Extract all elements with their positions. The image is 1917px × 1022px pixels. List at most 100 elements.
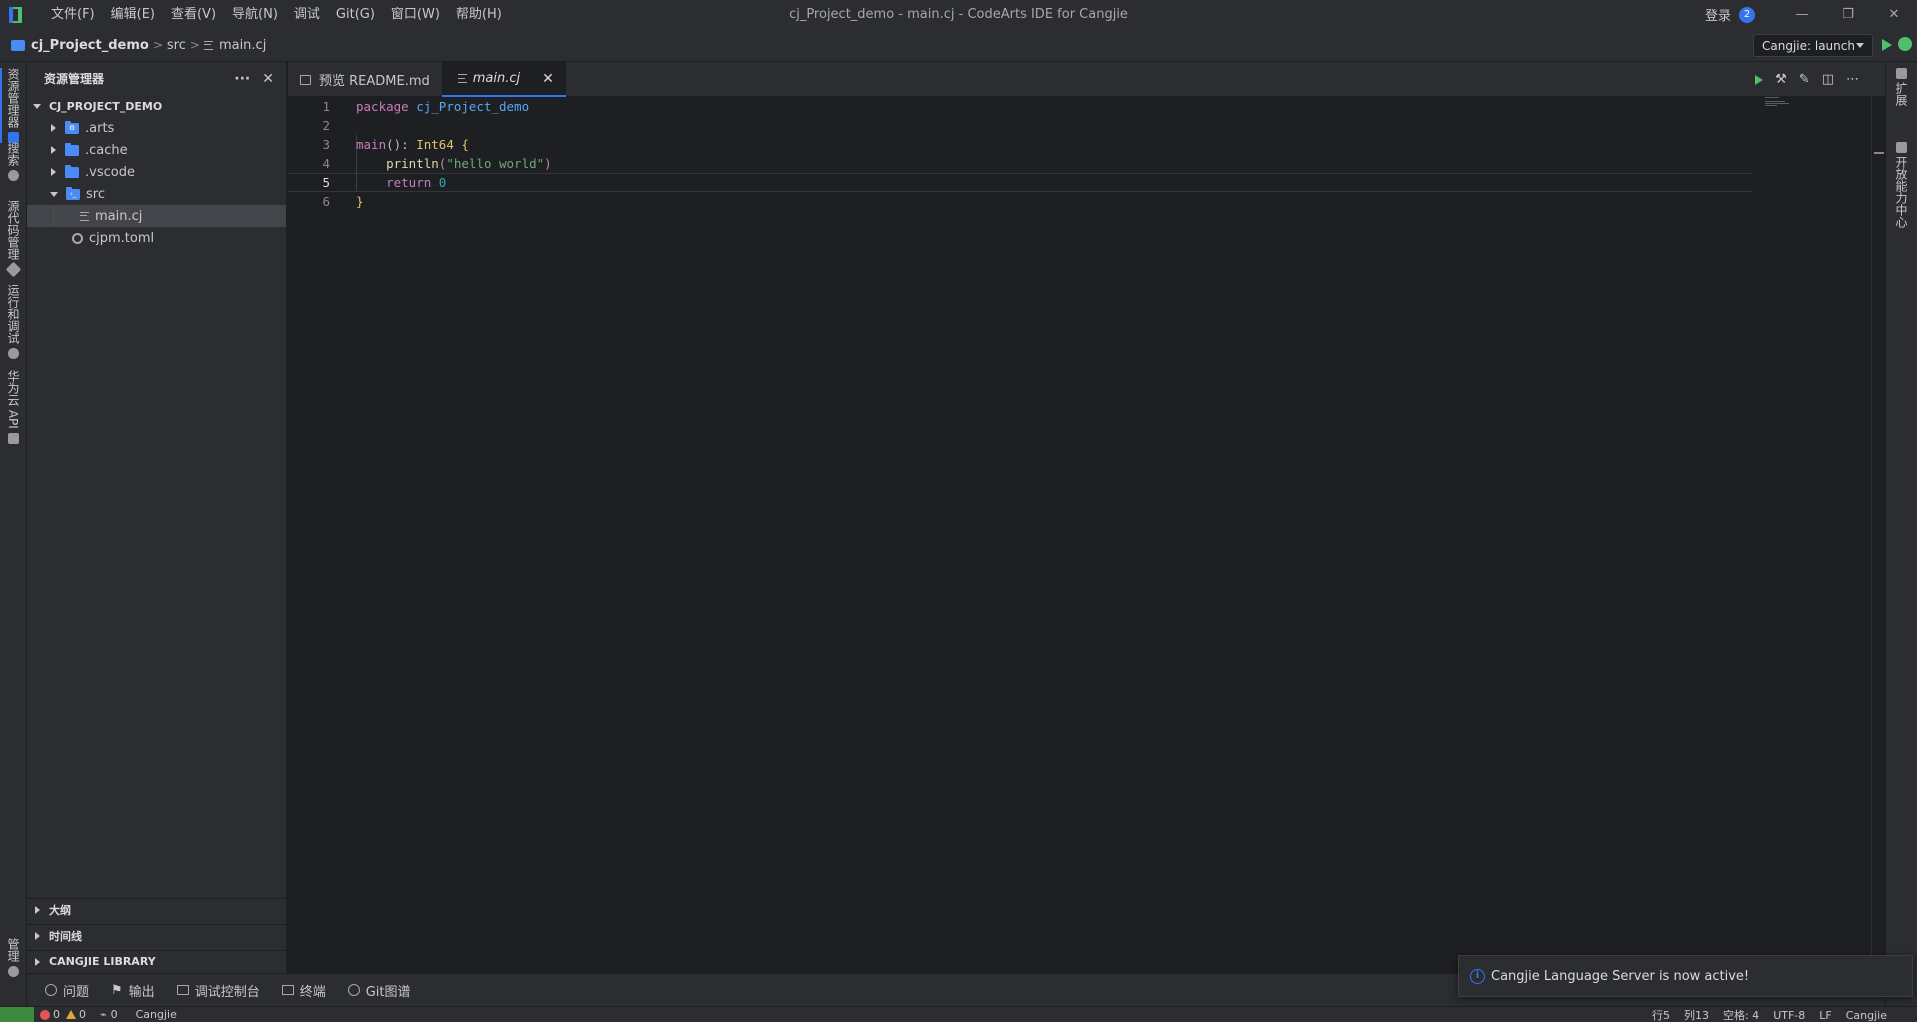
error-icon — [40, 1009, 50, 1020]
remote-indicator[interactable] — [0, 1007, 34, 1022]
ports-icon: ⌁ — [100, 1008, 107, 1021]
status-encoding[interactable]: UTF-8 — [1773, 1009, 1805, 1022]
panel-tab-label: 输出 — [128, 984, 155, 1000]
status-language-left[interactable]: Cangjie — [136, 1008, 177, 1021]
project-folder-icon — [11, 39, 25, 51]
menu-window[interactable]: 窗口(W) — [383, 0, 448, 29]
menu-git[interactable]: Git(G) — [328, 0, 383, 29]
chevron-right-icon — [51, 168, 56, 176]
tree-item-main-cj[interactable]: main.cj — [27, 205, 286, 227]
sidebar-title: 资源管理器 — [44, 72, 105, 86]
tab-label: 预览 README.md — [319, 74, 430, 89]
more-actions-icon[interactable]: ⋯ — [1846, 72, 1859, 87]
panel-tab-git-graph[interactable]: Git图谱 — [347, 981, 411, 1000]
ports-count[interactable]: 0 — [111, 1008, 118, 1021]
build-icon[interactable]: ⚒ — [1775, 72, 1787, 87]
run-config-select[interactable]: Cangjie: launch — [1753, 34, 1873, 57]
problems-icon — [45, 984, 57, 996]
status-col[interactable]: 列13 — [1684, 1007, 1709, 1022]
run-file-icon[interactable] — [1755, 74, 1764, 85]
split-editor-icon[interactable]: ◫ — [1822, 72, 1834, 87]
restore-button[interactable]: ❐ — [1825, 0, 1871, 29]
status-eol[interactable]: LF — [1819, 1009, 1831, 1022]
run-icon[interactable] — [1882, 39, 1892, 51]
panel-tab-debug-console[interactable]: 调试控制台 — [176, 981, 260, 1000]
minimap[interactable] — [1765, 97, 1795, 109]
git-graph-icon — [347, 984, 360, 996]
notification-badge[interactable]: 2 — [1739, 6, 1755, 23]
preview-icon — [300, 74, 311, 85]
close-tab-icon[interactable]: ✕ — [542, 71, 554, 87]
breadcrumb-file[interactable]: main.cj — [219, 38, 266, 53]
folder-icon: ⚙ — [65, 120, 79, 134]
right-activity-bar: 扩展 开放能力中心 — [1885, 62, 1917, 1006]
ide-window: 文件(F) 编辑(E) 查看(V) 导航(N) 调试 Git(G) 窗口(W) … — [0, 0, 1917, 1022]
menu-navigate[interactable]: 导航(N) — [224, 0, 286, 29]
close-icon[interactable]: ✕ — [262, 71, 274, 87]
activity-explorer[interactable]: 资源管理器 — [0, 68, 27, 143]
code-text: return 0 — [386, 175, 447, 190]
settings-file-icon — [72, 232, 83, 244]
activity-source-control[interactable]: 源代码管理 — [0, 200, 27, 278]
tab-main-cj[interactable]: main.cj ✕ — [441, 62, 566, 97]
activity-run-debug-label: 运行和调试 — [6, 284, 20, 344]
file-icon — [203, 40, 213, 50]
activity-huawei-api[interactable]: 华为云 API — [0, 370, 27, 444]
tree-item-vscode[interactable]: .vscode — [27, 161, 286, 183]
edit-icon[interactable]: ✎ — [1799, 72, 1810, 87]
status-indent[interactable]: 空格: 4 — [1723, 1007, 1759, 1022]
activity-open-capability[interactable]: 开放能力中心 — [1888, 142, 1915, 228]
menu-view[interactable]: 查看(V) — [163, 0, 224, 29]
breadcrumb-separator: > — [152, 38, 163, 52]
panel-tab-output[interactable]: ⚑ 输出 — [111, 981, 155, 1000]
tree-item-src[interactable]: ›_ src — [27, 183, 286, 205]
panel-tab-terminal[interactable]: 终端 — [281, 981, 326, 1000]
code-editor[interactable]: 1 package cj_Project_demo 2 3 main(): In… — [288, 97, 1885, 973]
error-count[interactable]: 0 — [53, 1008, 60, 1021]
status-language[interactable]: Cangjie — [1846, 1009, 1887, 1022]
section-timeline[interactable]: 时间线 — [27, 924, 287, 946]
project-root[interactable]: CJ_PROJECT_DEMO — [27, 95, 286, 117]
line-number: 1 — [322, 99, 330, 114]
activity-search[interactable]: 搜索 — [0, 142, 27, 181]
login-button[interactable]: 登录 — [1705, 5, 1731, 24]
title-bar: 文件(F) 编辑(E) 查看(V) 导航(N) 调试 Git(G) 窗口(W) … — [0, 0, 1917, 29]
chevron-right-icon — [35, 905, 40, 914]
debug-run-icon[interactable] — [1898, 37, 1912, 51]
line-number: 2 — [322, 118, 330, 133]
tree-item-cache[interactable]: .cache — [27, 139, 286, 161]
run-config-label: Cangjie: launch — [1762, 38, 1855, 53]
project-root-label: CJ_PROJECT_DEMO — [49, 99, 163, 113]
code-text: println("hello world") — [386, 156, 552, 171]
menu-help[interactable]: 帮助(H) — [448, 0, 510, 29]
menu-debug[interactable]: 调试 — [286, 0, 328, 29]
breadcrumb-folder[interactable]: src — [167, 38, 186, 53]
status-line[interactable]: 行5 — [1652, 1007, 1670, 1022]
breadcrumb: cj_Project_demo > src > main.cj Cangjie:… — [0, 29, 1917, 62]
notification-toast[interactable]: i Cangjie Language Server is now active! — [1458, 955, 1913, 997]
activity-run-debug[interactable]: 运行和调试 — [0, 284, 27, 359]
tab-readme-preview[interactable]: 预览 README.md — [288, 62, 442, 97]
warning-count[interactable]: 0 — [79, 1008, 86, 1021]
minimize-button[interactable]: — — [1779, 0, 1825, 29]
menu-edit[interactable]: 编辑(E) — [103, 0, 163, 29]
menu-file[interactable]: 文件(F) — [43, 0, 103, 29]
tree-item-cjpm-toml[interactable]: cjpm.toml — [27, 227, 286, 249]
tree-item-arts[interactable]: ⚙ .arts — [27, 117, 286, 139]
activity-extensions[interactable]: 扩展 — [1888, 68, 1915, 106]
activity-open-capability-label: 开放能力中心 — [1894, 156, 1908, 228]
activity-manage[interactable]: 管理 — [0, 938, 27, 977]
file-icon — [80, 211, 89, 221]
chevron-right-icon — [51, 124, 56, 132]
tree-item-label: main.cj — [95, 208, 143, 224]
close-window-button[interactable]: ✕ — [1871, 0, 1917, 29]
more-actions-icon[interactable]: ··· — [234, 71, 250, 87]
section-cangjie-library[interactable]: CANGJIE LIBRARY — [27, 950, 287, 972]
breadcrumb-project[interactable]: cj_Project_demo — [31, 38, 149, 53]
tree-item-label: .cache — [85, 142, 128, 158]
section-outline[interactable]: 大纲 — [27, 898, 287, 920]
panel-tab-problems[interactable]: 问题 — [45, 981, 89, 1000]
line-number: 5 — [322, 175, 330, 190]
line-number: 3 — [322, 137, 330, 152]
vertical-scrollbar[interactable] — [1871, 97, 1885, 973]
